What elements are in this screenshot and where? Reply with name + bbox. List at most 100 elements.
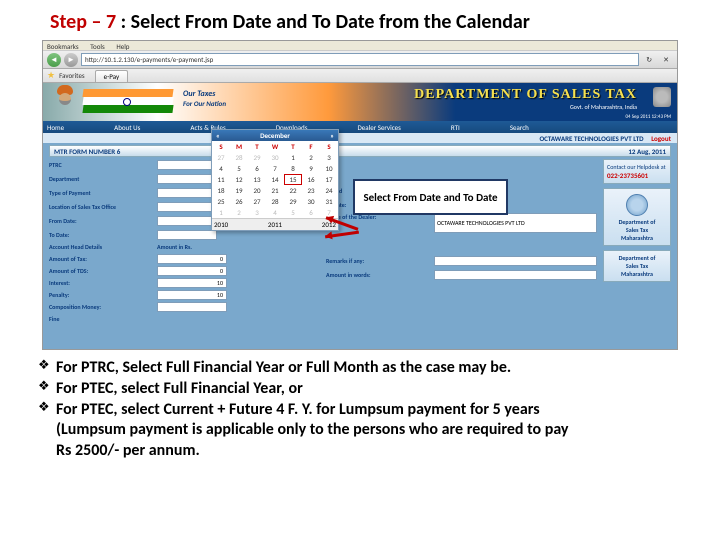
nav-search[interactable]: Search: [510, 123, 529, 132]
cal-day[interactable]: 4: [266, 207, 284, 218]
dept-badge-box: Department of Sales Tax Maharashtra: [603, 188, 671, 246]
cal-day[interactable]: 27: [212, 152, 230, 163]
cal-day[interactable]: 2: [302, 152, 320, 163]
cal-day-header: S: [320, 141, 338, 152]
nav-dealer[interactable]: Dealer Services: [357, 123, 400, 132]
cal-day-header: W: [266, 141, 284, 152]
browser-toolbar: ◄ ► http://10.1.2.130/e-payments/e-payme…: [43, 51, 677, 69]
nav-about[interactable]: About Us: [114, 123, 140, 132]
cal-day[interactable]: 31: [320, 196, 338, 207]
cal-day[interactable]: 12: [230, 174, 248, 185]
cal-day[interactable]: 29: [248, 152, 266, 163]
cal-day[interactable]: 3: [320, 152, 338, 163]
date-picker-calendar[interactable]: « December » SMTWTFS27282930123456789101…: [211, 129, 339, 231]
todate-label: To Date:: [49, 231, 157, 239]
emblem-icon: [653, 87, 671, 107]
cal-day[interactable]: 22: [284, 185, 302, 196]
nav-rti[interactable]: RTI: [451, 123, 460, 132]
cal-day[interactable]: 8: [284, 163, 302, 174]
cal-prev-month[interactable]: «: [213, 131, 223, 140]
logout-link[interactable]: Logout: [651, 134, 671, 143]
fromdate-label: From Date:: [49, 217, 157, 225]
amt-tax-input[interactable]: 0: [157, 254, 227, 264]
menu-help[interactable]: Help: [116, 42, 129, 51]
cal-day[interactable]: 1: [212, 207, 230, 218]
cal-day[interactable]: 29: [284, 196, 302, 207]
stop-button[interactable]: ✕: [659, 55, 673, 64]
favorites-bar: ★ Favorites e-Pay: [43, 69, 677, 83]
helpdesk-box: Contact our Helpdesk at 022-23735601: [603, 159, 671, 184]
instruction-callout: Select From Date and To Date: [353, 179, 508, 215]
cal-month-label: December: [260, 131, 290, 140]
forward-button[interactable]: ►: [64, 53, 78, 67]
cal-day[interactable]: 3: [248, 207, 266, 218]
cal-day[interactable]: 24: [320, 185, 338, 196]
amt-tax-label: Amount of Tax:: [49, 255, 157, 263]
favorites-label[interactable]: Favorites: [59, 71, 85, 80]
amthdr-left: Account Head Details: [49, 243, 157, 251]
calendar-grid: SMTWTFS272829301234567891011121314151617…: [212, 141, 338, 218]
address-bar[interactable]: http://10.1.2.130/e-payments/e-payment.j…: [81, 53, 639, 66]
amt-tds-input[interactable]: 0: [157, 266, 227, 276]
cal-day[interactable]: 14: [266, 174, 284, 185]
cal-day[interactable]: 16: [302, 174, 320, 185]
cal-day[interactable]: 27: [248, 196, 266, 207]
cal-day[interactable]: 23: [302, 185, 320, 196]
browser-screenshot: Bookmarks Tools Help ◄ ► http://10.1.2.1…: [42, 40, 678, 350]
cal-day[interactable]: 26: [230, 196, 248, 207]
cal-day[interactable]: 18: [212, 185, 230, 196]
dept-logo-icon: [626, 194, 648, 216]
bullet-3a: For PTEC, select Current + Future 4 F. Y…: [56, 400, 540, 421]
cal-day[interactable]: 7: [266, 163, 284, 174]
dept-title: DEPARTMENT OF SALES TAX: [414, 87, 637, 103]
cal-day[interactable]: 17: [320, 174, 338, 185]
cal-day[interactable]: 21: [266, 185, 284, 196]
cal-day[interactable]: 6: [302, 207, 320, 218]
amthdr-right: Amount in Rs.: [157, 243, 192, 251]
menu-bookmarks[interactable]: Bookmarks: [47, 42, 79, 51]
cal-day[interactable]: 10: [320, 163, 338, 174]
cal-day[interactable]: 19: [230, 185, 248, 196]
browser-tab[interactable]: e-Pay: [95, 70, 128, 82]
interest-input[interactable]: 10: [157, 278, 227, 288]
dealer-input[interactable]: OCTAWARE TECHNOLOGIES PVT LTD: [434, 213, 597, 233]
back-button[interactable]: ◄: [47, 53, 61, 67]
refresh-button[interactable]: ↻: [642, 55, 656, 64]
company-name: OCTAWARE TECHNOLOGIES PVT LTD: [539, 134, 643, 143]
cal-day[interactable]: 28: [230, 152, 248, 163]
cal-year: 2011: [268, 220, 282, 229]
cal-day-header: F: [302, 141, 320, 152]
cal-day[interactable]: 5: [230, 163, 248, 174]
cal-day[interactable]: 15: [284, 174, 302, 185]
cal-day[interactable]: 28: [266, 196, 284, 207]
cal-day[interactable]: 9: [302, 163, 320, 174]
cal-day[interactable]: 2: [230, 207, 248, 218]
bullet-3c: Rs 2500/- per annum.: [56, 441, 200, 462]
words-input[interactable]: [434, 270, 597, 280]
comp-input[interactable]: [157, 302, 227, 312]
cal-prev-year[interactable]: 2010: [214, 220, 228, 229]
menu-tools[interactable]: Tools: [90, 42, 105, 51]
todate-input[interactable]: [157, 230, 217, 240]
cal-day[interactable]: 25: [212, 196, 230, 207]
nav-home[interactable]: Home: [47, 123, 64, 132]
remarks-input[interactable]: [434, 256, 597, 266]
amt-tds-label: Amount of TDS:: [49, 267, 157, 275]
penalty-input[interactable]: 10: [157, 290, 227, 300]
server-datetime: 04 Sep 2011 12:43 PM: [626, 114, 671, 120]
cal-day[interactable]: 5: [284, 207, 302, 218]
cal-day[interactable]: 30: [302, 196, 320, 207]
cal-day[interactable]: 1: [284, 152, 302, 163]
cal-day[interactable]: 6: [248, 163, 266, 174]
cal-day[interactable]: 4: [212, 163, 230, 174]
cal-day[interactable]: 13: [248, 174, 266, 185]
cal-day[interactable]: 30: [266, 152, 284, 163]
site-nav: Home About Us Acts & Rules Downloads Dea…: [43, 121, 677, 133]
cal-next-month[interactable]: »: [327, 131, 337, 140]
instruction-bullets: ❖ For PTRC, Select Full Financial Year o…: [0, 350, 720, 462]
cal-day[interactable]: 11: [212, 174, 230, 185]
cal-day[interactable]: 20: [248, 185, 266, 196]
star-icon[interactable]: ★: [47, 70, 55, 81]
fromdate-input[interactable]: [157, 216, 217, 226]
fine-label: Fine: [49, 315, 157, 323]
